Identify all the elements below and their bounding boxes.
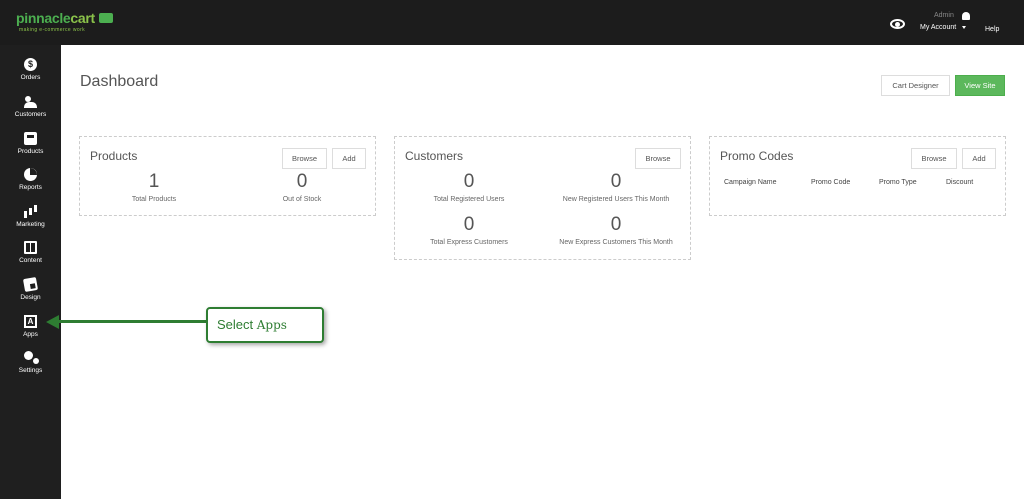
logo-tagline: making e-commerce work bbox=[19, 27, 86, 33]
sidebar-item-customers[interactable]: Customers bbox=[0, 95, 61, 129]
select-apps-callout: Select Apps bbox=[206, 307, 324, 343]
stat-label: Total Products bbox=[131, 196, 177, 203]
logo-cart-icon bbox=[99, 13, 113, 23]
callout-arrow-line bbox=[58, 320, 208, 323]
sidebar-item-label: Reports bbox=[19, 184, 42, 191]
tag-icon bbox=[24, 132, 37, 145]
bar-chart-icon bbox=[24, 205, 37, 218]
paint-icon bbox=[22, 276, 39, 293]
card-title: Products bbox=[90, 149, 138, 163]
sidebar-item-label: Apps bbox=[23, 331, 38, 338]
column-header-promo-code: Promo Code bbox=[811, 179, 851, 186]
dollar-circle-icon bbox=[24, 58, 37, 71]
callout-word-apps: Apps bbox=[256, 318, 287, 332]
column-header-promo-type: Promo Type bbox=[879, 179, 917, 186]
sidebar-item-settings[interactable]: Settings bbox=[0, 351, 61, 385]
stat-value: 0 bbox=[463, 214, 475, 235]
sidebar-item-design[interactable]: Design bbox=[0, 276, 61, 312]
card-title: Promo Codes bbox=[720, 149, 794, 163]
stat-label: Out of Stock bbox=[282, 196, 322, 203]
sidebar-item-content[interactable]: Content bbox=[0, 241, 61, 275]
sidebar-item-label: Design bbox=[20, 294, 41, 301]
view-site-button[interactable]: View Site bbox=[955, 75, 1005, 96]
sidebar-item-label: Marketing bbox=[16, 221, 45, 228]
customers-browse-button[interactable]: Browse bbox=[635, 148, 681, 169]
stat-label: Total Registered Users bbox=[433, 196, 505, 203]
products-card: Products Browse Add 1 Total Products 0 O… bbox=[79, 136, 376, 216]
sidebar-item-reports[interactable]: Reports bbox=[0, 168, 61, 202]
sidebar-item-label: Products bbox=[17, 148, 44, 155]
top-bar: pinnaclecart making e-commerce work Admi… bbox=[0, 0, 1024, 45]
gears-icon bbox=[24, 351, 39, 364]
stat-value: 0 bbox=[463, 171, 475, 192]
products-add-button[interactable]: Add bbox=[332, 148, 366, 169]
page-title: Dashboard bbox=[80, 73, 159, 90]
stat-value: 0 bbox=[296, 171, 308, 192]
sidebar-item-label: Content bbox=[19, 257, 42, 264]
column-header-discount: Discount bbox=[946, 179, 974, 186]
stat-value: 0 bbox=[610, 214, 622, 235]
callout-arrow-icon bbox=[46, 315, 59, 329]
sidebar-item-label: Settings bbox=[18, 367, 43, 374]
sidebar-item-products[interactable]: Products bbox=[0, 132, 61, 166]
bell-icon[interactable] bbox=[962, 12, 970, 20]
my-account-menu[interactable]: My Account bbox=[920, 24, 967, 31]
stat-value: 1 bbox=[148, 171, 160, 192]
promo-add-button[interactable]: Add bbox=[962, 148, 996, 169]
sidebar-item-label: Orders bbox=[20, 74, 41, 81]
my-account-label: My Account bbox=[920, 24, 957, 31]
help-link[interactable]: Help bbox=[985, 26, 999, 33]
promo-browse-button[interactable]: Browse bbox=[911, 148, 957, 169]
cart-designer-button[interactable]: Cart Designer bbox=[881, 75, 950, 96]
column-header-campaign-name: Campaign Name bbox=[724, 179, 777, 186]
callout-text: Select Apps bbox=[217, 317, 287, 332]
sidebar: Orders Customers Products Reports Market… bbox=[0, 45, 61, 499]
sidebar-item-marketing[interactable]: Marketing bbox=[0, 205, 61, 239]
sidebar-item-label: Customers bbox=[14, 111, 47, 118]
customers-card: Customers Browse 0 Total Registered User… bbox=[394, 136, 691, 260]
stat-label: New Registered Users This Month bbox=[562, 196, 670, 203]
card-title: Customers bbox=[405, 149, 464, 163]
admin-label: Admin bbox=[934, 12, 954, 19]
stat-label: Total Express Customers bbox=[430, 239, 508, 246]
sidebar-item-orders[interactable]: Orders bbox=[0, 58, 61, 92]
promo-codes-card: Promo Codes Browse Add Campaign Name Pro… bbox=[709, 136, 1006, 216]
caret-down-icon bbox=[962, 25, 967, 29]
apps-icon bbox=[24, 315, 37, 328]
pie-chart-icon bbox=[24, 168, 37, 181]
preview-eye-icon[interactable] bbox=[890, 19, 905, 29]
logo-wordmark: pinnaclecart bbox=[16, 10, 95, 26]
products-browse-button[interactable]: Browse bbox=[282, 148, 327, 169]
stat-value: 0 bbox=[610, 171, 622, 192]
stat-label: New Express Customers This Month bbox=[559, 239, 673, 246]
callout-word-select: Select bbox=[217, 317, 254, 332]
users-icon bbox=[24, 95, 37, 108]
book-icon bbox=[24, 241, 37, 254]
pinnacle-cart-logo[interactable]: pinnaclecart making e-commerce work bbox=[16, 10, 116, 36]
